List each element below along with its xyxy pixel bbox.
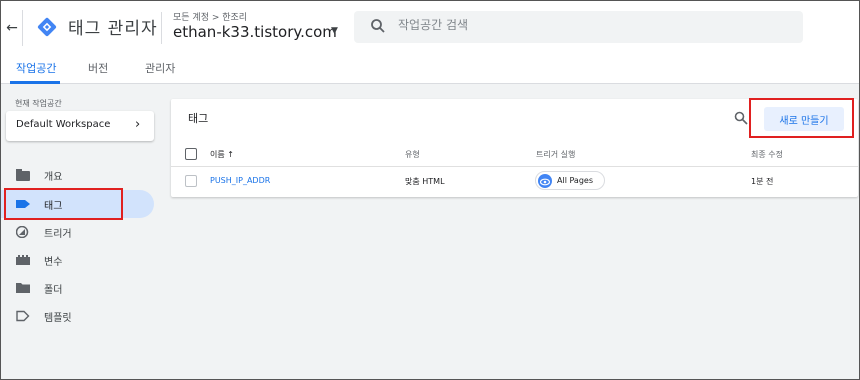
workspace-search[interactable] bbox=[354, 11, 803, 43]
current-workspace-label: 현재 작업공간 bbox=[15, 99, 62, 108]
tag-icon bbox=[16, 200, 30, 208]
template-icon bbox=[16, 310, 30, 322]
variable-icon bbox=[16, 255, 30, 265]
tags-card: 태그 새로 만들기 이름 ↑ 유형 트리거 실행 최종 수정 PUSH_IP_A… bbox=[171, 99, 858, 197]
folder-icon bbox=[16, 283, 30, 293]
sidebar-item-label: 태그 bbox=[44, 201, 63, 212]
sidebar-item-variables[interactable]: 변수 bbox=[0, 246, 154, 274]
account-selector[interactable]: ethan-k33.tistory.com bbox=[173, 23, 337, 41]
last-modified: 1분 전 bbox=[751, 177, 774, 186]
header-divider bbox=[22, 10, 23, 46]
table-header: 이름 ↑ 유형 트리거 실행 최종 수정 bbox=[171, 143, 858, 167]
table-row[interactable]: PUSH_IP_ADDR 맞춤 HTML All Pages 1분 전 bbox=[171, 169, 858, 193]
sidebar-item-overview[interactable]: 개요 bbox=[0, 161, 154, 189]
search-icon[interactable] bbox=[734, 111, 748, 125]
app-title: 태그 관리자 bbox=[68, 19, 158, 39]
tab-versions[interactable]: 버전 bbox=[88, 60, 108, 76]
search-input[interactable] bbox=[398, 18, 778, 32]
gtm-logo-icon bbox=[37, 17, 57, 37]
active-tab-indicator bbox=[10, 81, 60, 84]
select-all-checkbox[interactable] bbox=[185, 148, 197, 160]
top-header: ← 태그 관리자 모든 계정 > 한조리 ethan-k33.tistory.c… bbox=[0, 0, 860, 84]
column-header-trigger[interactable]: 트리거 실행 bbox=[536, 149, 575, 160]
sidebar-item-folders[interactable]: 폴더 bbox=[0, 274, 154, 302]
tab-workspace[interactable]: 작업공간 bbox=[16, 60, 56, 76]
overview-icon bbox=[16, 169, 30, 181]
sidebar-item-label: 변수 bbox=[44, 257, 63, 268]
header-divider bbox=[161, 12, 162, 44]
column-header-modified[interactable]: 최종 수정 bbox=[751, 149, 783, 160]
new-tag-button[interactable]: 새로 만들기 bbox=[764, 107, 844, 131]
workspace-selector[interactable]: Default Workspace › bbox=[6, 111, 154, 141]
sidebar-item-label: 트리거 bbox=[44, 229, 72, 240]
sidebar-item-label: 개요 bbox=[44, 172, 63, 183]
sidebar-item-templates[interactable]: 템플릿 bbox=[0, 302, 154, 330]
account-breadcrumb[interactable]: 모든 계정 > 한조리 bbox=[173, 10, 247, 23]
column-header-type[interactable]: 유형 bbox=[405, 149, 420, 160]
row-checkbox[interactable] bbox=[185, 175, 197, 187]
trigger-name: All Pages bbox=[557, 176, 593, 185]
trigger-icon bbox=[16, 226, 29, 238]
workspace-name: Default Workspace bbox=[16, 119, 111, 130]
sidebar-item-triggers[interactable]: 트리거 bbox=[0, 218, 154, 246]
sidebar-item-label: 폴더 bbox=[44, 285, 63, 296]
sidebar-item-label: 템플릿 bbox=[44, 313, 72, 324]
sidebar-item-tags[interactable]: 태그 bbox=[0, 190, 154, 218]
search-icon bbox=[371, 19, 385, 33]
tag-name-link[interactable]: PUSH_IP_ADDR bbox=[210, 176, 270, 185]
chevron-right-icon: › bbox=[135, 117, 141, 132]
trigger-chip[interactable]: All Pages bbox=[535, 171, 605, 190]
tag-type: 맞춤 HTML bbox=[405, 177, 445, 186]
column-header-name[interactable]: 이름 ↑ bbox=[210, 149, 234, 160]
eye-icon bbox=[538, 174, 552, 188]
tab-admin[interactable]: 관리자 bbox=[145, 60, 175, 76]
caret-down-icon[interactable]: ▼ bbox=[331, 26, 338, 36]
back-arrow-icon[interactable]: ← bbox=[4, 18, 20, 38]
card-title: 태그 bbox=[188, 112, 209, 125]
